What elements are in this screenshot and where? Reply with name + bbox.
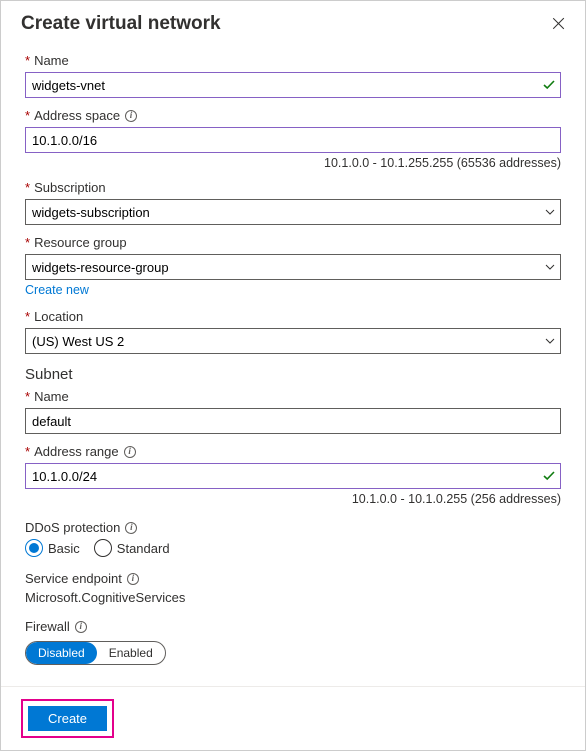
info-icon[interactable]: i: [75, 621, 87, 633]
field-address-space: *Address spacei 10.1.0.0 - 10.1.255.255 …: [25, 108, 561, 170]
info-icon[interactable]: i: [124, 446, 136, 458]
info-icon[interactable]: i: [125, 110, 137, 122]
panel-title: Create virtual network: [21, 13, 221, 35]
subnet-section-title: Subnet: [25, 366, 561, 383]
field-name: *Name: [25, 53, 561, 98]
address-space-helper: 10.1.0.0 - 10.1.255.255 (65536 addresses…: [25, 156, 561, 170]
field-firewall: Firewalli Disabled Enabled: [25, 619, 561, 665]
subnet-range-label: *Address rangei: [25, 444, 561, 459]
field-resource-group: *Resource group widgets-resource-group C…: [25, 235, 561, 299]
close-icon[interactable]: [551, 16, 567, 32]
address-space-input[interactable]: [25, 127, 561, 153]
subscription-select[interactable]: widgets-subscription: [25, 199, 561, 225]
service-endpoint-label: Service endpointi: [25, 571, 561, 586]
info-icon[interactable]: i: [127, 573, 139, 585]
field-subnet-range: *Address rangei 10.1.0.0 - 10.1.0.255 (2…: [25, 444, 561, 506]
field-subnet-name: *Name: [25, 389, 561, 434]
firewall-label: Firewalli: [25, 619, 561, 634]
subnet-range-helper: 10.1.0.0 - 10.1.0.255 (256 addresses): [25, 492, 561, 506]
radio-icon: [25, 539, 43, 557]
resource-group-select[interactable]: widgets-resource-group: [25, 254, 561, 280]
info-icon[interactable]: i: [125, 522, 137, 534]
location-label: *Location: [25, 309, 561, 324]
subnet-range-input[interactable]: [25, 463, 561, 489]
checkmark-icon: [543, 470, 555, 482]
firewall-toggle[interactable]: Disabled Enabled: [25, 641, 166, 665]
location-select[interactable]: (US) West US 2: [25, 328, 561, 354]
field-service-endpoint: Service endpointi Microsoft.CognitiveSer…: [25, 571, 561, 605]
field-subscription: *Subscription widgets-subscription: [25, 180, 561, 225]
field-ddos: DDoS protectioni Basic Standard: [25, 520, 561, 557]
ddos-label: DDoS protectioni: [25, 520, 561, 535]
radio-icon: [94, 539, 112, 557]
name-label: *Name: [25, 53, 561, 68]
name-input[interactable]: [25, 72, 561, 98]
resource-group-label: *Resource group: [25, 235, 561, 250]
ddos-standard-label: Standard: [117, 541, 170, 556]
panel-header: Create virtual network: [1, 1, 585, 43]
highlight-frame: Create: [21, 699, 114, 738]
checkmark-icon: [543, 79, 555, 91]
ddos-basic-label: Basic: [48, 541, 80, 556]
ddos-radio-standard[interactable]: Standard: [94, 539, 170, 557]
panel-footer: Create: [1, 686, 585, 750]
panel-content: *Name *Address spacei 10.1.0.0 - 10.1.25…: [1, 43, 585, 665]
field-location: *Location (US) West US 2: [25, 309, 561, 354]
subnet-name-input[interactable]: [25, 408, 561, 434]
service-endpoint-value: Microsoft.CognitiveServices: [25, 590, 561, 605]
create-new-link[interactable]: Create new: [25, 283, 89, 297]
firewall-disabled-option[interactable]: Disabled: [26, 642, 97, 664]
subscription-label: *Subscription: [25, 180, 561, 195]
firewall-enabled-option[interactable]: Enabled: [97, 642, 165, 664]
ddos-radio-basic[interactable]: Basic: [25, 539, 80, 557]
create-button[interactable]: Create: [28, 706, 107, 731]
address-space-label: *Address spacei: [25, 108, 561, 123]
subnet-name-label: *Name: [25, 389, 561, 404]
